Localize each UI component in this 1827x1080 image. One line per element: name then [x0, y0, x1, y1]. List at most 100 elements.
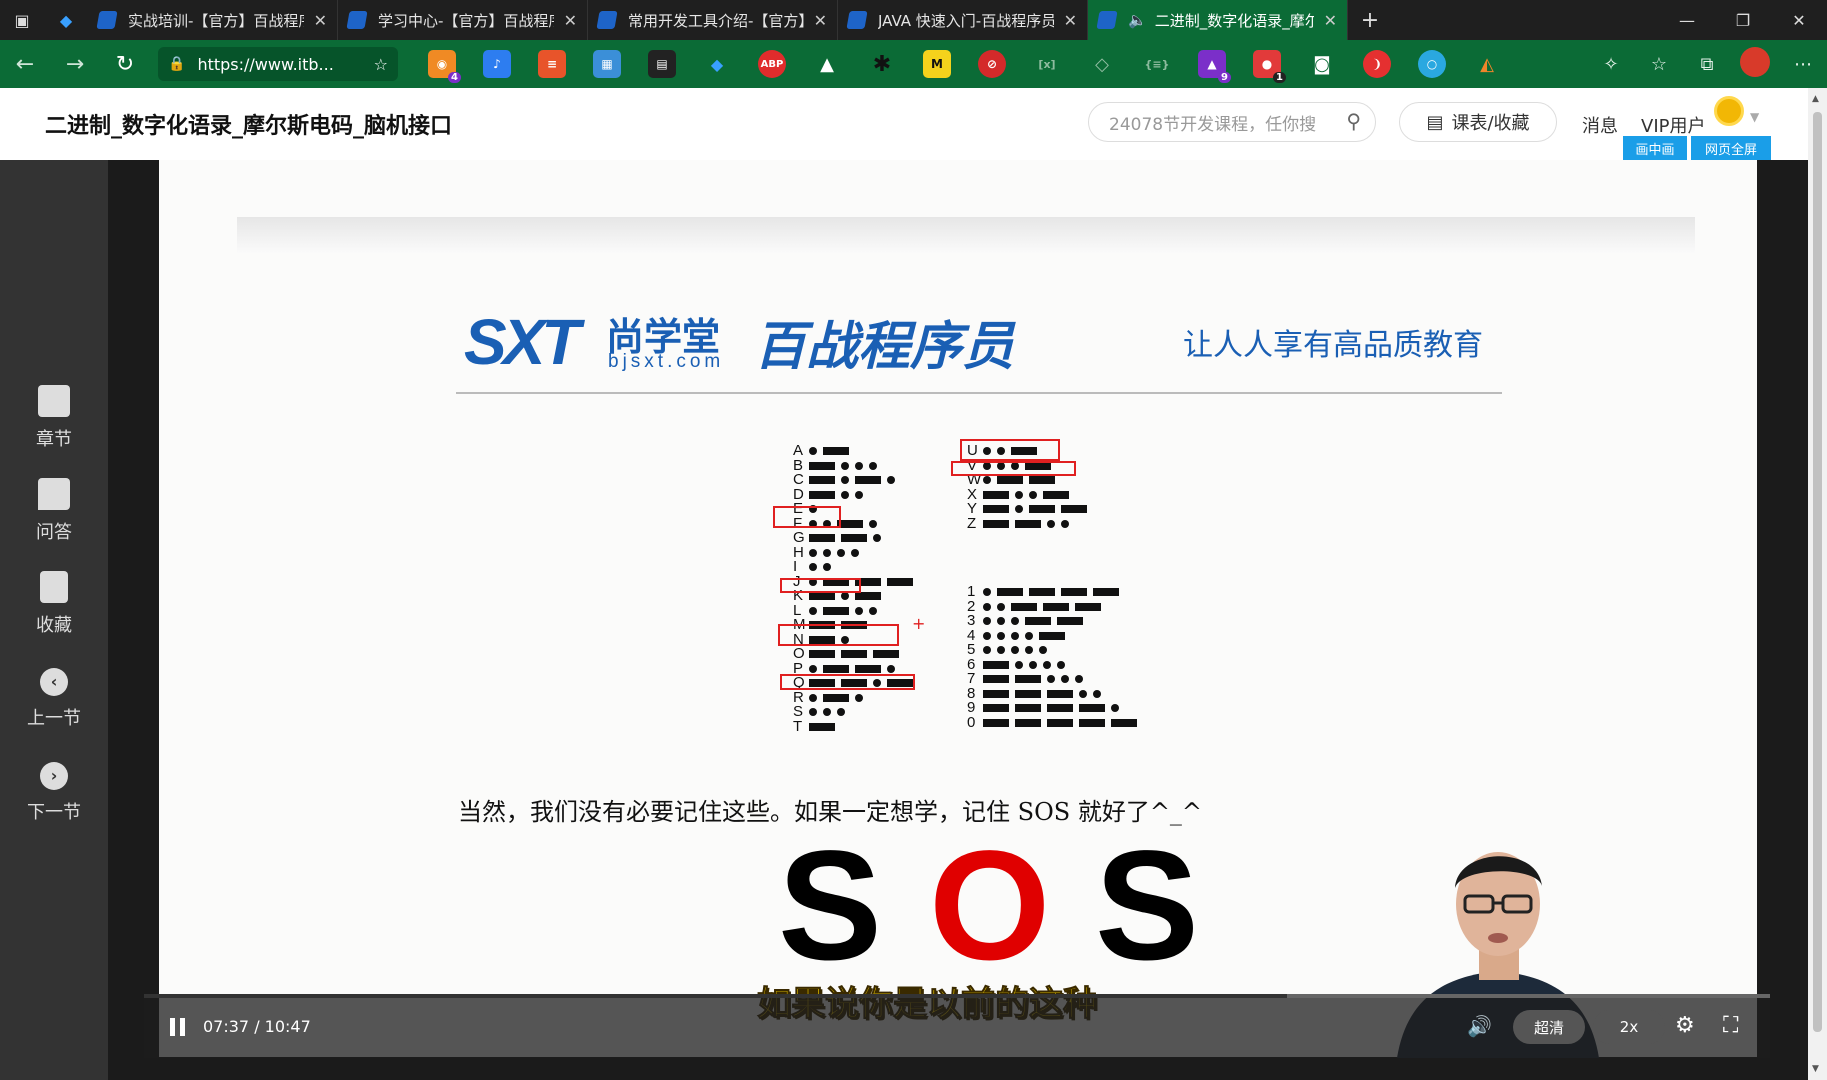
- close-tab-icon[interactable]: ✕: [814, 11, 827, 30]
- web-fullscreen-button[interactable]: 网页全屏: [1691, 136, 1771, 160]
- close-tab-icon[interactable]: ✕: [1064, 11, 1077, 30]
- scroll-up-icon[interactable]: ▲: [1812, 94, 1819, 104]
- morse-row: 4: [967, 628, 1071, 643]
- morse-dash: [809, 534, 835, 542]
- extension-asterisk-icon[interactable]: ✱: [868, 50, 896, 78]
- browser-tab-3[interactable]: 常用开发工具介绍-【官方】百战 ✕: [588, 0, 838, 40]
- sos-letter-2: O: [929, 819, 1051, 993]
- pip-button[interactable]: 画中画: [1623, 136, 1687, 160]
- address-bar[interactable]: 🔒 https://www.itb... ☆: [158, 47, 398, 81]
- page-scrollbar[interactable]: ▲ ▼: [1808, 88, 1827, 1080]
- extension-notes-icon[interactable]: ≡: [538, 50, 566, 78]
- favorite-add-icon[interactable]: ☆: [374, 55, 388, 74]
- morse-dash: [1011, 602, 1037, 611]
- morse-dash: [823, 606, 849, 615]
- extension-hat-icon[interactable]: ▲ 9: [1198, 50, 1231, 83]
- vip-user-link[interactable]: VIP用户: [1641, 112, 1705, 138]
- extension-grid-icon[interactable]: ▦: [593, 50, 621, 78]
- extension-tampermonkey-icon[interactable]: ◉ 4: [428, 50, 461, 83]
- scroll-down-icon[interactable]: ▼: [1812, 1064, 1819, 1074]
- morse-dash: [983, 490, 1009, 499]
- pause-icon[interactable]: [170, 1018, 186, 1036]
- morse-char: 9: [967, 699, 976, 716]
- extension-m-icon[interactable]: M: [923, 50, 951, 78]
- browser-tab-1[interactable]: 实战培训-【官方】百战程序员 ✕: [88, 0, 338, 40]
- browser-tab-4[interactable]: JAVA 快速入门-百战程序员 ✕: [838, 0, 1088, 40]
- volume-icon[interactable]: 🔊: [1467, 1014, 1492, 1038]
- extension-gem-icon[interactable]: ◆: [703, 50, 731, 78]
- morse-dot: [823, 548, 831, 557]
- close-tab-icon[interactable]: ✕: [564, 11, 577, 30]
- tab-actions-icon[interactable]: ▣: [0, 0, 44, 40]
- search-icon[interactable]: ⚲: [1346, 109, 1361, 133]
- extension-adblock-icon[interactable]: ABP: [758, 50, 786, 78]
- profile-avatar[interactable]: [1731, 46, 1779, 82]
- chevron-down-icon[interactable]: ▼: [1750, 110, 1759, 124]
- extension-diamond-icon[interactable]: ◇: [1088, 50, 1116, 78]
- extension-mountain-icon[interactable]: ▲: [813, 50, 841, 78]
- extension-bracket-icon[interactable]: [x]: [1033, 50, 1061, 78]
- schedule-favorites-button[interactable]: ▤ 课表/收藏: [1399, 102, 1557, 142]
- quality-select[interactable]: 超清: [1513, 1010, 1585, 1044]
- highlight-box: [960, 439, 1060, 461]
- morse-dot: [1011, 646, 1019, 654]
- restore-icon[interactable]: ❐: [1715, 0, 1771, 40]
- extension-block-icon[interactable]: ⊘: [978, 50, 1006, 78]
- close-tab-icon[interactable]: ✕: [1324, 11, 1337, 30]
- favorites-icon[interactable]: ☆: [1635, 54, 1683, 75]
- morse-dash: [983, 660, 1009, 669]
- minimize-icon[interactable]: —: [1659, 0, 1715, 40]
- morse-dash: [1039, 631, 1065, 640]
- extension-calculator-icon[interactable]: ▤: [648, 50, 676, 78]
- forward-icon[interactable]: →: [50, 40, 100, 88]
- fullscreen-icon[interactable]: ⛶: [1723, 1013, 1738, 1038]
- morse-dash: [823, 664, 849, 673]
- speed-select[interactable]: 2x: [1593, 1010, 1665, 1044]
- morse-dot: [855, 606, 863, 615]
- search-input[interactable]: 24078节开发课程，任你搜 ⚲: [1088, 102, 1376, 142]
- calendar-icon: ▤: [1426, 111, 1444, 133]
- schedule-label: 课表/收藏: [1451, 113, 1530, 134]
- extension-badge: 4: [448, 72, 461, 83]
- sidebar-item-prev[interactable]: ‹ 上一节: [0, 668, 108, 730]
- settings-gear-icon[interactable]: ⚙: [1675, 1013, 1695, 1038]
- messages-link[interactable]: 消息: [1582, 112, 1618, 138]
- back-icon[interactable]: ←: [0, 40, 50, 88]
- browser-tab-active[interactable]: 🔈 二进制_数字化语录_摩尔斯 ✕: [1088, 0, 1348, 40]
- morse-row: 3: [967, 613, 1089, 628]
- morse-dash: [809, 722, 835, 731]
- sidebar-item-qa[interactable]: 问答: [0, 478, 108, 544]
- collections-icon[interactable]: ⧉: [1683, 54, 1731, 75]
- refresh-icon[interactable]: ↻: [100, 40, 150, 88]
- extension-camera-icon[interactable]: ◙: [1308, 50, 1336, 78]
- lesson-sidebar: 章节 问答 收藏 ‹ 上一节 › 下一节: [0, 160, 108, 1080]
- sidebar-item-next[interactable]: › 下一节: [0, 762, 108, 824]
- sxt-logo: SXT: [464, 306, 580, 378]
- more-icon[interactable]: ⋯: [1779, 54, 1827, 75]
- sidebar-item-chapters[interactable]: 章节: [0, 385, 108, 451]
- extension-fox-icon[interactable]: ◭: [1473, 50, 1501, 78]
- extension-mushroom-icon[interactable]: ● 1: [1253, 50, 1286, 83]
- new-tab-button[interactable]: +: [1348, 8, 1392, 33]
- sidebar-item-bookmark[interactable]: 收藏: [0, 571, 108, 637]
- progress-bar[interactable]: [144, 994, 1770, 998]
- morse-row: 5: [967, 642, 1053, 657]
- close-window-icon[interactable]: ✕: [1771, 0, 1827, 40]
- audio-playing-icon[interactable]: 🔈: [1128, 11, 1147, 29]
- workspace-icon[interactable]: ◆: [44, 0, 88, 40]
- browser-tab-2[interactable]: 学习中心-【官方】百战程序员 ✕: [338, 0, 588, 40]
- morse-dash: [1043, 490, 1069, 499]
- morse-row: B: [793, 458, 883, 473]
- morse-dot: [809, 693, 817, 702]
- extension-ring-icon[interactable]: ○: [1418, 50, 1446, 78]
- extensions-icon[interactable]: ✧: [1587, 54, 1635, 75]
- vip-medal-icon: [1714, 96, 1744, 126]
- morse-dash: [1047, 689, 1073, 698]
- close-tab-icon[interactable]: ✕: [314, 11, 327, 30]
- extension-brace-icon[interactable]: {≡}: [1143, 50, 1171, 78]
- morse-dash: [983, 519, 1009, 528]
- extension-tiktok-icon[interactable]: ♪: [483, 50, 511, 78]
- extension-red-circle-icon[interactable]: ❩: [1363, 50, 1391, 78]
- morse-dot: [1015, 660, 1023, 669]
- scrollbar-thumb[interactable]: [1813, 112, 1822, 1032]
